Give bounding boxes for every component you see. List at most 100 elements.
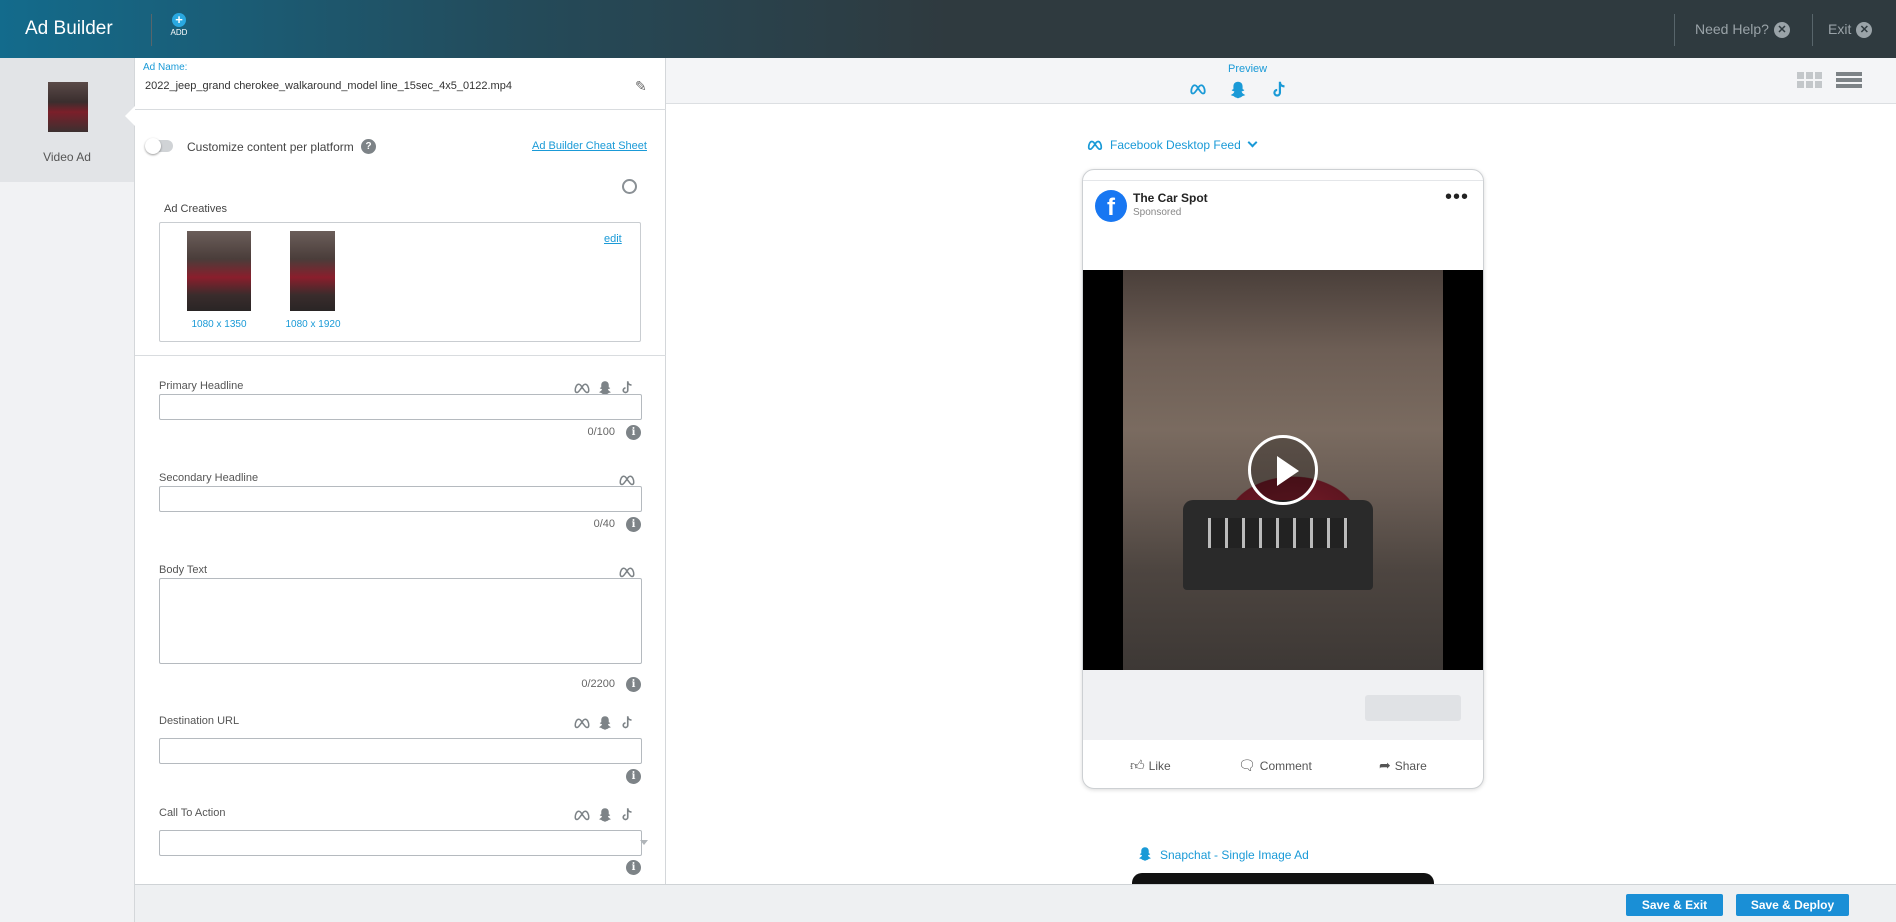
- secondary-headline-label: Secondary Headline: [159, 472, 259, 484]
- snapchat-icon: [599, 716, 611, 730]
- snapchat-preview-label[interactable]: Snapchat - Single Image Ad: [1136, 845, 1309, 863]
- customize-toggle[interactable]: [145, 138, 173, 154]
- info-icon[interactable]: i: [626, 425, 641, 440]
- exit-label: Exit: [1828, 21, 1852, 37]
- customize-label: Customize content per platform: [187, 140, 354, 154]
- share-button[interactable]: ➦ Share: [1379, 757, 1427, 774]
- share-icon: ➦: [1379, 757, 1391, 773]
- divider: [1674, 14, 1675, 46]
- editor-panel: Ad Name: 2022_jeep_grand cherokee_walkar…: [135, 58, 666, 884]
- cheat-sheet-link[interactable]: Ad Builder Cheat Sheet: [532, 140, 647, 152]
- destination-url-input[interactable]: [159, 738, 642, 764]
- comment-label: Comment: [1259, 759, 1312, 773]
- call-to-action-select[interactable]: [159, 830, 648, 856]
- meta-icon: [574, 810, 590, 821]
- divider: [1083, 180, 1483, 181]
- snapchat-icon[interactable]: [1227, 79, 1249, 101]
- meta-icon[interactable]: [1186, 80, 1210, 98]
- save-deploy-button[interactable]: Save & Deploy: [1736, 894, 1849, 916]
- ad-creatives-box: edit 1080 x 1350 1080 x 1920: [159, 222, 641, 342]
- feed-label: Facebook Desktop Feed: [1110, 138, 1241, 152]
- feed-dropdown[interactable]: Facebook Desktop Feed: [1084, 137, 1258, 152]
- secondary-headline-input[interactable]: [159, 486, 642, 512]
- creative-size: 1080 x 1920: [285, 319, 341, 330]
- snapchat-icon: [599, 808, 611, 822]
- help-icon[interactable]: ?: [361, 139, 376, 154]
- video-player[interactable]: [1083, 270, 1483, 670]
- pencil-icon[interactable]: ✎: [635, 78, 647, 95]
- primary-headline-input[interactable]: [159, 394, 642, 420]
- creative-size: 1080 x 1350: [191, 319, 247, 330]
- info-icon[interactable]: i: [626, 769, 641, 784]
- tiktok-icon[interactable]: [1268, 79, 1290, 101]
- exit-close-icon: ✕: [1856, 22, 1873, 39]
- cta-strip: [1083, 670, 1483, 740]
- app-title: Ad Builder: [25, 18, 113, 39]
- cta-button[interactable]: [1365, 695, 1461, 721]
- divider: [135, 109, 666, 110]
- body-text-textarea[interactable]: [159, 578, 642, 664]
- footer-bar: Save & Exit Save & Deploy: [135, 884, 1896, 922]
- left-nav: Video Ad: [0, 58, 137, 922]
- creative-thumbnail[interactable]: [290, 231, 335, 311]
- ad-creatives-label: Ad Creatives: [164, 203, 227, 215]
- help-close-icon: ✕: [1773, 22, 1790, 39]
- body-text-label: Body Text: [159, 564, 208, 576]
- secondary-headline-counter: 0/40: [593, 518, 615, 530]
- body-text-counter: 0/2200: [581, 678, 615, 690]
- post-actions: 👍︎ Like 🗨︎ Comment ➦ Share: [1083, 740, 1483, 788]
- tiktok-icon: [622, 716, 632, 729]
- add-button[interactable]: + ADD: [168, 13, 190, 38]
- nav-item-video-ad[interactable]: Video Ad: [0, 58, 137, 182]
- preview-toolbar: Preview: [666, 58, 1896, 104]
- info-icon[interactable]: i: [626, 517, 641, 532]
- list-view-icon[interactable]: [1836, 72, 1862, 88]
- facebook-post-preview: f The Car Spot Sponsored ••• 👍︎ Like 🗨︎ Co…: [1082, 169, 1484, 789]
- preview-label: Preview: [1228, 63, 1268, 75]
- nav-item-label: Video Ad: [43, 150, 91, 164]
- edit-creatives-link[interactable]: edit: [604, 233, 622, 245]
- ad-name-label: Ad Name:: [143, 62, 188, 73]
- meta-icon: [1087, 140, 1103, 151]
- sponsored-label: Sponsored: [1133, 207, 1182, 218]
- top-bar: Ad Builder + ADD Need Help? ✕ Exit ✕: [0, 0, 1896, 58]
- info-icon[interactable]: i: [626, 677, 641, 692]
- grid-view-icon[interactable]: [1797, 72, 1823, 88]
- grille-slats: [1208, 518, 1348, 548]
- destination-url-label: Destination URL: [159, 715, 240, 727]
- primary-headline-counter: 0/100: [587, 426, 615, 438]
- divider: [1812, 14, 1813, 46]
- snapchat-label-text: Snapchat - Single Image Ad: [1160, 848, 1309, 862]
- page-name: The Car Spot: [1133, 191, 1208, 205]
- ad-name-value: 2022_jeep_grand cherokee_walkaround_mode…: [145, 80, 512, 92]
- toggle-knob: [145, 138, 161, 154]
- add-label: ADD: [170, 28, 188, 37]
- tiktok-icon: [622, 808, 632, 821]
- play-button[interactable]: [1248, 435, 1318, 505]
- thumbs-up-icon: 👍︎: [1130, 757, 1145, 773]
- save-exit-button[interactable]: Save & Exit: [1626, 894, 1723, 916]
- award-icon: [622, 179, 637, 194]
- chevron-down-icon: [1247, 137, 1258, 148]
- comment-icon: 🗨︎: [1238, 757, 1256, 773]
- share-label: Share: [1394, 759, 1427, 773]
- comment-button[interactable]: 🗨︎ Comment: [1238, 757, 1312, 774]
- video-ad-thumbnail: [48, 82, 88, 132]
- snapchat-icon: [1139, 847, 1151, 861]
- primary-headline-label: Primary Headline: [159, 380, 244, 392]
- like-button[interactable]: 👍︎ Like: [1130, 757, 1171, 774]
- facebook-logo-icon: f: [1095, 190, 1127, 222]
- divider: [135, 355, 666, 356]
- more-options-icon[interactable]: •••: [1445, 186, 1469, 209]
- info-icon[interactable]: i: [626, 860, 641, 875]
- need-help-button[interactable]: Need Help? ✕: [1695, 21, 1790, 39]
- call-to-action-label: Call To Action: [159, 807, 226, 819]
- plus-icon: +: [172, 13, 186, 27]
- creative-thumbnail[interactable]: [187, 231, 251, 311]
- divider: [151, 14, 152, 46]
- need-help-label: Need Help?: [1695, 21, 1769, 37]
- exit-button[interactable]: Exit ✕: [1828, 21, 1873, 39]
- chevron-down-icon: [640, 840, 648, 845]
- like-label: Like: [1148, 759, 1171, 773]
- meta-icon: [574, 718, 590, 729]
